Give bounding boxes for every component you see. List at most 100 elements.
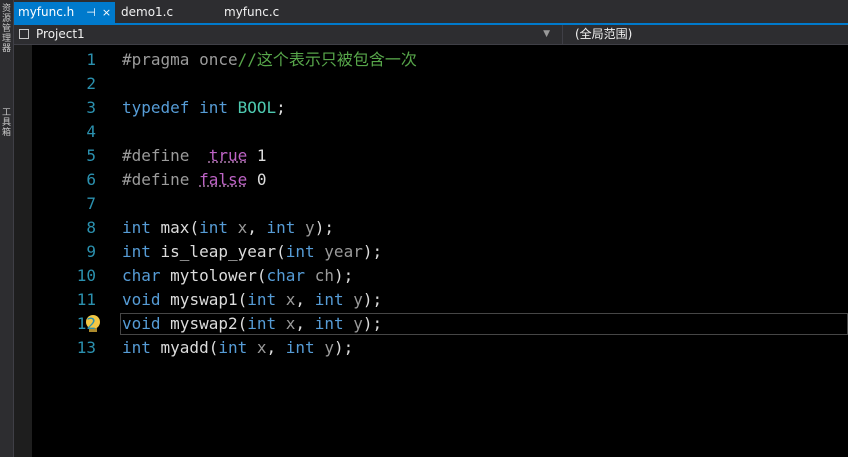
line-number: 10 [76,266,96,285]
code-token: ); [362,242,383,261]
code-line[interactable]: 12 void myswap2(int x, int y); [14,312,848,336]
code-token: year [324,242,363,261]
code-token: ( [208,338,219,357]
code-text: void myswap2(int x, int y); [122,312,382,336]
code-token: ( [189,218,200,237]
tab-demo1-c[interactable]: demo1.c [117,2,177,23]
code-token: ( [237,290,248,309]
tab-bar: myfunc.h ⊣ × demo1.c myfunc.c [14,0,848,25]
code-token: false [199,170,248,189]
code-token: x [285,290,296,309]
code-token: myswap1 [170,290,238,309]
tab-myfunc-h[interactable]: myfunc.h ⊣ × [14,2,115,23]
code-token: , [295,290,315,309]
code-token: ch [314,266,334,285]
code-text: int is_leap_year(int year); [122,240,382,264]
line-number: 8 [86,218,96,237]
line-number: 4 [86,122,96,141]
code-token: int [218,338,257,357]
code-token: int [122,242,161,261]
code-token: int [285,242,325,261]
pin-icon[interactable]: ⊣ [86,6,96,19]
code-line[interactable]: 1 #pragma once//这个表示只被包含一次 [14,48,848,72]
code-token: x [237,218,248,237]
code-token: ; [276,98,286,117]
tab-myfunc-c[interactable]: myfunc.c [220,2,283,23]
code-text: void myswap1(int x, int y); [122,288,382,312]
code-token: y [353,290,363,309]
code-token: int [314,314,354,333]
code-text: #define false 0 [122,168,267,192]
glyph-margin [14,45,32,457]
navigation-bar: Project1 ▼ (全局范围) [14,25,848,45]
code-token: int [122,338,161,357]
code-token: int [285,338,325,357]
code-line[interactable]: 8 int max(int x, int y); [14,216,848,240]
code-text: int myadd(int x, int y); [122,336,353,360]
code-line[interactable]: 4 [14,120,848,144]
code-token: int [199,218,238,237]
line-number: 3 [86,98,96,117]
code-token: char [122,266,171,285]
code-token: ( [256,266,267,285]
code-token: ); [362,290,383,309]
tab-label: myfunc.c [224,5,280,19]
code-token: y [324,338,334,357]
code-editor[interactable]: 1 #pragma once//这个表示只被包含一次 2 3 typedef int B… [14,45,848,457]
solution-explorer-tab[interactable]: 资源管理器 [1,4,12,54]
line-number: 5 [86,146,96,165]
code-token: int [266,218,306,237]
code-token: BOOL [237,98,277,117]
side-panel: 资源管理器 工具箱 [0,0,14,457]
code-line[interactable]: 9 int is_leap_year(int year); [14,240,848,264]
tab-label: demo1.c [121,5,174,19]
toolbox-tab[interactable]: 工具箱 [1,108,12,138]
code-text: int max(int x, int y); [122,216,334,240]
code-token: true [208,146,248,165]
code-text: #pragma once//这个表示只被包含一次 [122,48,417,72]
code-token: x [256,338,267,357]
code-line[interactable]: 2 [14,72,848,96]
code-line[interactable]: 10 char mytolower(char ch); [14,264,848,288]
code-token: ); [333,338,354,357]
code-token: typedef [122,98,200,117]
line-number: 2 [86,74,96,93]
code-token: , [247,218,267,237]
code-token: y [305,218,315,237]
code-token: #pragma once [122,50,238,69]
code-token: myadd [160,338,209,357]
code-token: , [266,338,286,357]
line-number: 7 [86,194,96,213]
project-dropdown[interactable]: Project1 ▼ [14,25,550,44]
code-token: ( [276,242,286,261]
code-line[interactable]: 7 [14,192,848,216]
code-line[interactable]: 11 void myswap1(int x, int y); [14,288,848,312]
tab-label: myfunc.h [18,5,75,19]
code-line[interactable]: 13 int myadd(int x, int y); [14,336,848,360]
scope-dropdown[interactable]: (全局范围) [562,25,848,44]
code-token: ( [237,314,248,333]
code-token: void [122,290,171,309]
code-token: x [285,314,296,333]
code-token: char [266,266,315,285]
line-number: 11 [76,290,96,309]
code-token: is_leap_year [160,242,277,261]
code-line[interactable]: 3 typedef int BOOL; [14,96,848,120]
code-token: myswap2 [170,314,238,333]
line-number: 1 [86,50,96,69]
chevron-down-icon: ▼ [543,29,550,39]
line-number: 9 [86,242,96,261]
code-token: void [122,314,171,333]
code-token: int [122,218,161,237]
code-token: int [314,290,354,309]
code-line[interactable]: 6 #define false 0 [14,168,848,192]
code-token: 0 [247,170,267,189]
close-icon[interactable]: × [102,6,111,19]
line-number: 13 [76,338,96,357]
line-number: 12 [76,314,96,333]
line-number: 6 [86,170,96,189]
code-line[interactable]: 5 #define true 1 [14,144,848,168]
scope-label: (全局范围) [575,27,633,41]
code-token: ); [333,266,354,285]
code-token: int [247,314,286,333]
